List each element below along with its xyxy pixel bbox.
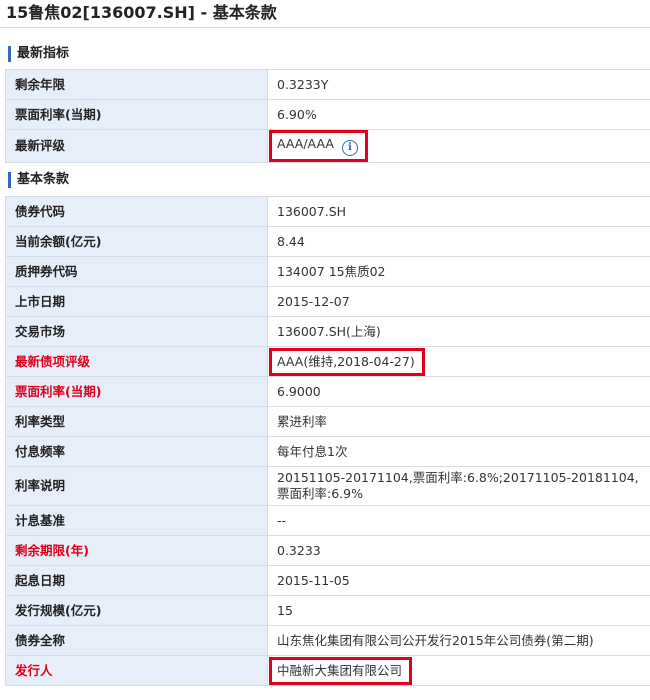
- row-label-issuer: 发行人: [5, 655, 268, 686]
- row-label-day-count: 计息基准: [5, 505, 268, 536]
- row-value-payment-frequency: 每年付息1次: [267, 436, 650, 467]
- issue-rating-value: AAA(维持,2018-04-27): [277, 353, 415, 369]
- table-row: 票面利率(当期) 6.90%: [5, 99, 650, 130]
- row-label-latest-rating: 最新评级: [5, 129, 268, 163]
- rating-value: AAA/AAA: [277, 136, 334, 151]
- table-row: 剩余年限 0.3233Y: [5, 69, 650, 100]
- row-label-pledge-code: 质押券代码: [5, 256, 268, 287]
- table-row: 最新评级 AAA/AAA i: [5, 129, 650, 163]
- table-row: 交易市场 136007.SH(上海): [5, 316, 650, 347]
- row-label-rate-type: 利率类型: [5, 406, 268, 437]
- row-value-remaining-term: 0.3233: [267, 535, 650, 566]
- row-value-coupon-current: 6.9000: [267, 376, 650, 407]
- row-label-issue-size: 发行规模(亿元): [5, 595, 268, 626]
- latest-indicators-table: 剩余年限 0.3233Y 票面利率(当期) 6.90% 最新评级 AAA/AAA…: [5, 69, 650, 163]
- row-value-issuer: 中融新大集团有限公司: [267, 655, 650, 686]
- table-row: 发行人 中融新大集团有限公司: [5, 655, 650, 686]
- section-header-basic: 基本条款: [0, 167, 650, 193]
- row-label-remaining-term: 剩余期限(年): [5, 535, 268, 566]
- table-row: 剩余期限(年) 0.3233: [5, 535, 650, 566]
- row-value-rate-type: 累进利率: [267, 406, 650, 437]
- row-label-current-balance: 当前余额(亿元): [5, 226, 268, 257]
- table-row: 票面利率(当期) 6.9000: [5, 376, 650, 407]
- title-divider: [0, 27, 650, 28]
- row-label-market: 交易市场: [5, 316, 268, 347]
- section-accent-bar: [8, 172, 11, 188]
- issuer-value: 中融新大集团有限公司: [277, 662, 403, 678]
- table-row: 质押券代码 134007 15焦质02: [5, 256, 650, 287]
- row-label-coupon-current: 票面利率(当期): [5, 376, 268, 407]
- section-header-latest: 最新指标: [0, 41, 650, 67]
- row-value-latest-rating: AAA/AAA i: [267, 129, 650, 163]
- table-row: 债券全称 山东焦化集团有限公司公开发行2015年公司债券(第二期): [5, 625, 650, 656]
- row-value-rate-description: 20151105-20171104,票面利率:6.8%;20171105-201…: [267, 466, 650, 506]
- row-value-coupon-rate: 6.90%: [267, 99, 650, 130]
- row-label-issue-rating: 最新债项评级: [5, 346, 268, 377]
- row-value-full-name: 山东焦化集团有限公司公开发行2015年公司债券(第二期): [267, 625, 650, 656]
- row-label-remaining-years: 剩余年限: [5, 69, 268, 100]
- row-value-issue-rating: AAA(维持,2018-04-27): [267, 346, 650, 377]
- table-row: 上市日期 2015-12-07: [5, 286, 650, 317]
- row-value-value-date: 2015-11-05: [267, 565, 650, 596]
- row-value-current-balance: 8.44: [267, 226, 650, 257]
- row-label-listing-date: 上市日期: [5, 286, 268, 317]
- highlight-box-issue-rating: AAA(维持,2018-04-27): [269, 347, 425, 376]
- row-value-pledge-code: 134007 15焦质02: [267, 256, 650, 287]
- table-row: 付息频率 每年付息1次: [5, 436, 650, 467]
- row-value-listing-date: 2015-12-07: [267, 286, 650, 317]
- row-value-day-count: --: [267, 505, 650, 536]
- info-icon[interactable]: i: [341, 140, 358, 156]
- basic-terms-table: 债券代码 136007.SH 当前余额(亿元) 8.44 质押券代码 13400…: [5, 196, 650, 686]
- row-value-market: 136007.SH(上海): [267, 316, 650, 347]
- row-value-issue-size: 15: [267, 595, 650, 626]
- row-label-value-date: 起息日期: [5, 565, 268, 596]
- row-label-coupon-rate: 票面利率(当期): [5, 99, 268, 130]
- section-title-latest: 最新指标: [17, 46, 70, 61]
- table-row: 当前余额(亿元) 8.44: [5, 226, 650, 257]
- highlight-box-rating: AAA/AAA i: [269, 130, 368, 162]
- section-accent-bar: [8, 46, 11, 62]
- page-title: 15鲁焦02[136007.SH] - 基本条款: [6, 3, 277, 22]
- section-title-basic: 基本条款: [17, 172, 70, 187]
- row-value-bond-code: 136007.SH: [267, 196, 650, 227]
- table-row: 利率说明 20151105-20171104,票面利率:6.8%;2017110…: [5, 466, 650, 506]
- table-row: 利率类型 累进利率: [5, 406, 650, 437]
- row-label-full-name: 债券全称: [5, 625, 268, 656]
- table-row: 债券代码 136007.SH: [5, 196, 650, 227]
- row-label-payment-frequency: 付息频率: [5, 436, 268, 467]
- table-row: 计息基准 --: [5, 505, 650, 536]
- highlight-box-issuer: 中融新大集团有限公司: [269, 656, 413, 685]
- row-label-rate-description: 利率说明: [5, 466, 268, 506]
- table-row: 最新债项评级 AAA(维持,2018-04-27): [5, 346, 650, 377]
- table-row: 发行规模(亿元) 15: [5, 595, 650, 626]
- table-row: 起息日期 2015-11-05: [5, 565, 650, 596]
- row-value-remaining-years: 0.3233Y: [267, 69, 650, 100]
- row-label-bond-code: 债券代码: [5, 196, 268, 227]
